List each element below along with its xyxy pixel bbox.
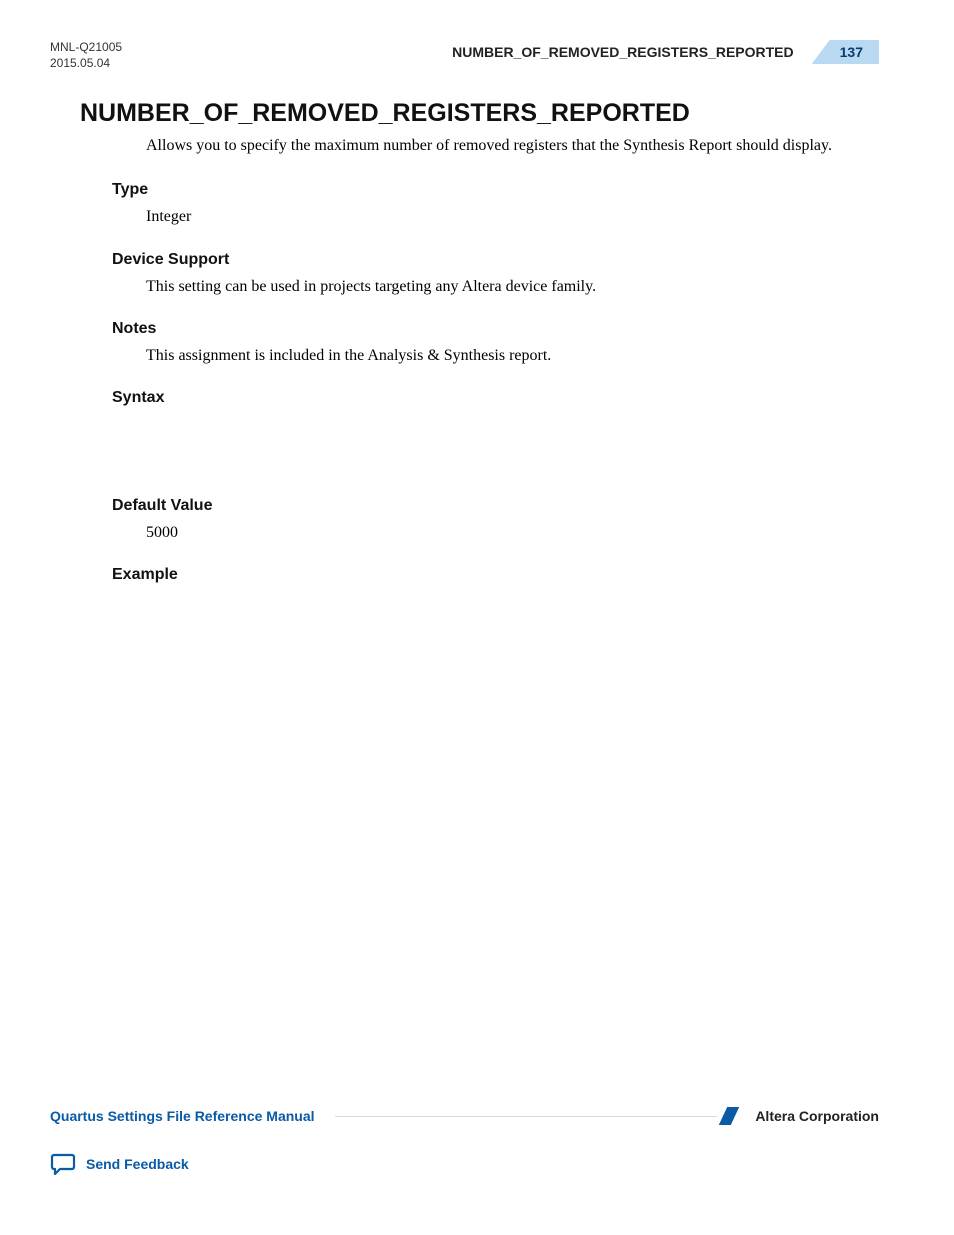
section-device-support: Device Support This setting can be used … xyxy=(112,251,879,298)
page-footer: Quartus Settings File Reference Manual A… xyxy=(50,1107,879,1175)
footer-bar: Quartus Settings File Reference Manual A… xyxy=(50,1107,879,1125)
company-name: Altera Corporation xyxy=(755,1108,879,1124)
footer-slash-icon xyxy=(719,1107,739,1125)
manual-title-link[interactable]: Quartus Settings File Reference Manual xyxy=(50,1108,315,1124)
section-syntax: Syntax xyxy=(112,389,879,407)
section-type: Type Integer xyxy=(112,181,879,228)
section-head-syntax: Syntax xyxy=(112,389,879,407)
section-default-value: Default Value 5000 xyxy=(112,497,879,544)
doc-id-block: MNL-Q21005 2015.05.04 xyxy=(50,40,122,71)
speech-bubble-icon xyxy=(50,1153,76,1175)
doc-id: MNL-Q21005 xyxy=(50,40,122,56)
section-head-example: Example xyxy=(112,566,879,584)
footer-divider xyxy=(335,1107,736,1125)
header-right: NUMBER_OF_REMOVED_REGISTERS_REPORTED 137 xyxy=(452,40,879,64)
footer-line xyxy=(335,1116,718,1117)
section-body-device-support: This setting can be used in projects tar… xyxy=(146,275,879,298)
section-body-type: Integer xyxy=(146,205,879,228)
section-head-device-support: Device Support xyxy=(112,251,879,269)
page-number-badge: 137 xyxy=(812,40,879,64)
running-title: NUMBER_OF_REMOVED_REGISTERS_REPORTED xyxy=(452,44,794,60)
send-feedback-label: Send Feedback xyxy=(86,1156,189,1172)
section-body-default-value: 5000 xyxy=(146,521,879,544)
intro-paragraph: Allows you to specify the maximum number… xyxy=(146,134,839,157)
section-head-default-value: Default Value xyxy=(112,497,879,515)
doc-date: 2015.05.04 xyxy=(50,56,122,72)
section-head-type: Type xyxy=(112,181,879,199)
section-head-notes: Notes xyxy=(112,320,879,338)
page-title: NUMBER_OF_REMOVED_REGISTERS_REPORTED xyxy=(80,99,879,128)
send-feedback-link[interactable]: Send Feedback xyxy=(50,1153,879,1175)
section-body-notes: This assignment is included in the Analy… xyxy=(146,344,879,367)
section-notes: Notes This assignment is included in the… xyxy=(112,320,879,367)
section-example: Example xyxy=(112,566,879,584)
page-header: MNL-Q21005 2015.05.04 NUMBER_OF_REMOVED_… xyxy=(50,40,879,71)
